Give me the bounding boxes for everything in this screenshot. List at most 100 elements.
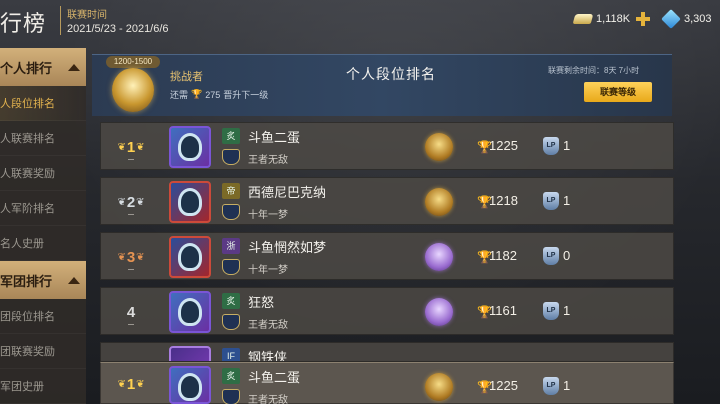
rank-change-dash	[128, 214, 134, 215]
laurel-icon: ❦	[117, 196, 126, 208]
promotion-prefix: 还需	[170, 90, 189, 100]
guild-name: 十年一梦	[248, 210, 288, 221]
promotion-suffix: 晋升下一级	[223, 90, 269, 100]
ranking-row[interactable]: 4 炙 狂怒 王者无敌 🏆 1161 LP 1	[100, 287, 674, 335]
faction-badge: 浙	[222, 238, 240, 254]
score: 1161	[489, 303, 517, 318]
league-points: 1	[563, 193, 571, 208]
ranking-row[interactable]: ❦ 2 ❦ 帝 西德尼巴克纳 十年一梦 🏆 1218 LP 1	[100, 177, 674, 225]
sidebar-item-personal-military-rank[interactable]: 人军阶排名	[0, 191, 86, 226]
tier-medal-icon	[425, 243, 453, 271]
player-name: 钢铁侠	[248, 350, 288, 362]
sidebar-item-personal-tier-ranking[interactable]: 人段位排名	[0, 86, 86, 121]
sidebar-item-personal-league-rewards[interactable]: 人联赛奖励	[0, 156, 86, 191]
guild-shield-icon	[222, 259, 240, 275]
season-remaining-time: 联赛剩余时间：8天 7小时	[548, 66, 640, 75]
tier-medal-icon	[425, 133, 453, 161]
season-info: 联赛时间 2021/5/23 - 2021/6/6	[60, 6, 169, 35]
player-name: 斗鱼二蛋	[248, 370, 301, 385]
rank-badge: ❦ 1 ❦	[109, 363, 153, 404]
laurel-icon: ❦	[136, 251, 145, 263]
tier-medal-icon	[425, 373, 453, 401]
avatar[interactable]	[169, 236, 211, 278]
rank-change-dash	[128, 324, 134, 325]
guild-shield-icon	[222, 149, 240, 165]
league-points: 0	[563, 248, 571, 263]
gem-icon	[661, 9, 681, 29]
league-points-icon: LP	[543, 137, 559, 155]
rank-number: 1	[126, 375, 136, 393]
collapse-caret-icon	[68, 63, 80, 71]
top-bar: 行榜 联赛时间 2021/5/23 - 2021/6/6 1,118K 3,30…	[0, 0, 720, 44]
sidebar-section-title: 个人排行	[0, 60, 53, 76]
league-level-button[interactable]: 联赛等级	[584, 82, 652, 102]
player-name: 西德尼巴克纳	[248, 185, 327, 200]
sidebar-section-title: 军团排行	[0, 273, 53, 289]
promotion-info: 还需 🏆 275 晋升下一级	[170, 88, 268, 101]
league-points-icon: LP	[543, 302, 559, 320]
avatar[interactable]	[169, 346, 211, 361]
rank-number: 2	[126, 193, 136, 211]
guild-shield-icon	[222, 204, 240, 220]
rank-badge: ❦ 3 ❦	[109, 233, 153, 281]
faction-badge: 炙	[222, 368, 240, 384]
league-points-icon: LP	[543, 247, 559, 265]
guild-name: 王者无敌	[248, 395, 288, 404]
gold-amount: 1,118K	[596, 13, 631, 25]
faction-badge: IF	[222, 348, 240, 361]
promotion-points: 275	[205, 89, 221, 100]
ranking-row[interactable]: ❦ 3 ❦ 浙 斗鱼惘然如梦 十年一梦 🏆 1182 LP 0	[100, 232, 674, 280]
gem-amount: 3,303	[684, 13, 712, 25]
ranking-row[interactable]: IF 钢铁侠	[100, 342, 674, 362]
gem-resource: 3,303	[661, 9, 712, 29]
sidebar-item-legion-league-rewards[interactable]: 团联赛奖励	[0, 334, 86, 369]
guild-shield-icon	[222, 389, 240, 404]
sidebar-item-personal-league-ranking[interactable]: 人联赛排名	[0, 121, 86, 156]
laurel-icon: ❦	[117, 141, 126, 153]
league-points: 1	[563, 378, 571, 393]
rank-change-dash	[128, 269, 134, 270]
score: 1218	[489, 193, 518, 208]
score: 1225	[489, 378, 518, 393]
add-gold-plus-icon[interactable]	[636, 12, 651, 26]
sidebar-item-hall-of-fame[interactable]: 名人史册	[0, 226, 86, 261]
rank-badge: 4	[109, 288, 153, 336]
rank-change-dash	[128, 159, 134, 160]
avatar-portrait	[181, 376, 199, 398]
laurel-icon: ❦	[117, 251, 126, 263]
ranking-row[interactable]: ❦ 1 ❦ 炙 斗鱼二蛋 王者无敌 🏆 1225 LP 1	[100, 122, 674, 170]
rank-number: 3	[126, 248, 136, 266]
laurel-icon: ❦	[136, 141, 145, 153]
rank-number: 1	[126, 138, 136, 156]
my-ranking-row[interactable]: ❦ 1 ❦ 炙 斗鱼二蛋 王者无敌 🏆 1225 LP 1	[100, 362, 674, 404]
league-points-icon: LP	[543, 377, 559, 395]
league-points-icon: LP	[543, 192, 559, 210]
avatar-portrait	[181, 246, 199, 268]
laurel-icon: ❦	[117, 378, 126, 390]
sidebar-item-legion-history[interactable]: 军团史册	[0, 369, 86, 404]
sidebar-section-legion[interactable]: 军团排行	[0, 261, 86, 299]
avatar-portrait	[181, 191, 199, 213]
faction-badge: 炙	[222, 128, 240, 144]
laurel-icon: ❦	[136, 196, 145, 208]
season-label: 联赛时间	[67, 10, 107, 21]
avatar[interactable]	[169, 126, 211, 168]
crown-crest-icon	[112, 68, 154, 112]
faction-badge: 炙	[222, 293, 240, 309]
sidebar: 个人排行 人段位排名 人联赛排名 人联赛奖励 人军阶排名 名人史册 军团排行 团…	[0, 48, 86, 404]
page-title: 行榜	[0, 11, 47, 36]
tier-name: 挑战者	[170, 71, 203, 83]
avatar[interactable]	[169, 181, 211, 223]
avatar[interactable]	[169, 291, 211, 333]
sidebar-item-legion-tier-ranking[interactable]: 团段位排名	[0, 299, 86, 334]
trophy-icon: 🏆	[191, 89, 203, 99]
season-dates: 2021/5/23 - 2021/6/6	[67, 23, 169, 35]
tier-range-badge: 1200-1500	[106, 56, 160, 68]
gold-ingot-icon	[572, 14, 594, 24]
avatar[interactable]	[169, 366, 211, 404]
tier-medal-icon	[425, 298, 453, 326]
tier-medal-icon	[425, 188, 453, 216]
sidebar-section-personal[interactable]: 个人排行	[0, 48, 86, 86]
player-name: 斗鱼惘然如梦	[248, 240, 327, 255]
league-points: 1	[563, 303, 571, 318]
